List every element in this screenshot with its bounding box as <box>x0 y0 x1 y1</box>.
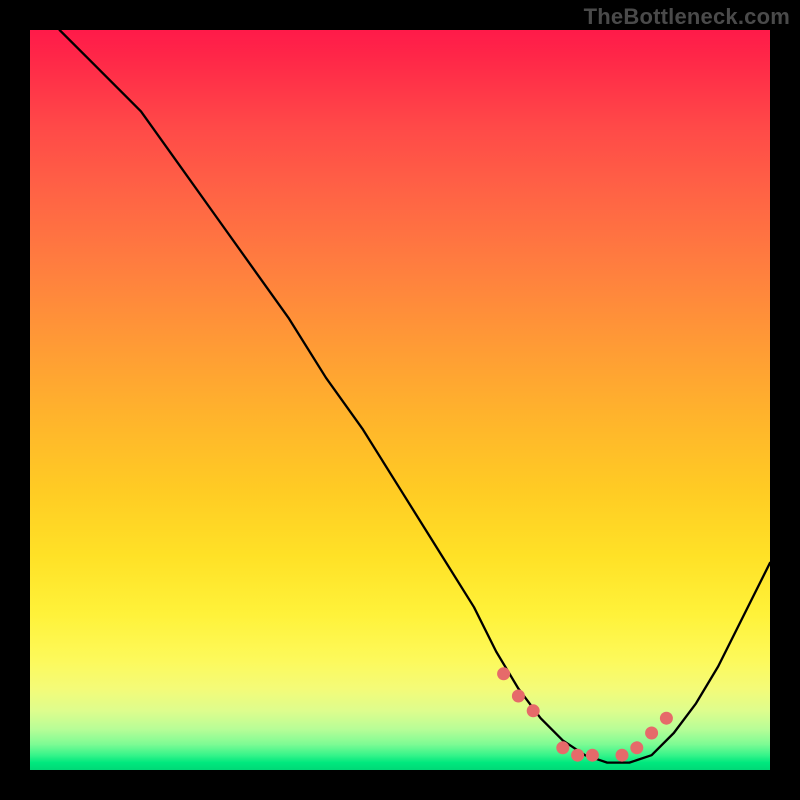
marker-dot <box>527 704 540 717</box>
marker-dot <box>512 690 525 703</box>
marker-dot <box>497 667 510 680</box>
chart-frame: TheBottleneck.com <box>0 0 800 800</box>
watermark-text: TheBottleneck.com <box>584 4 790 30</box>
marker-dot <box>571 749 584 762</box>
chart-svg <box>30 30 770 770</box>
marker-dot <box>645 727 658 740</box>
curve-line <box>60 30 770 763</box>
marker-dot <box>630 741 643 754</box>
marker-dot <box>586 749 599 762</box>
marker-dot <box>660 712 673 725</box>
plot-area <box>30 30 770 770</box>
marker-dot <box>616 749 629 762</box>
highlight-markers <box>497 667 673 761</box>
marker-dot <box>556 741 569 754</box>
